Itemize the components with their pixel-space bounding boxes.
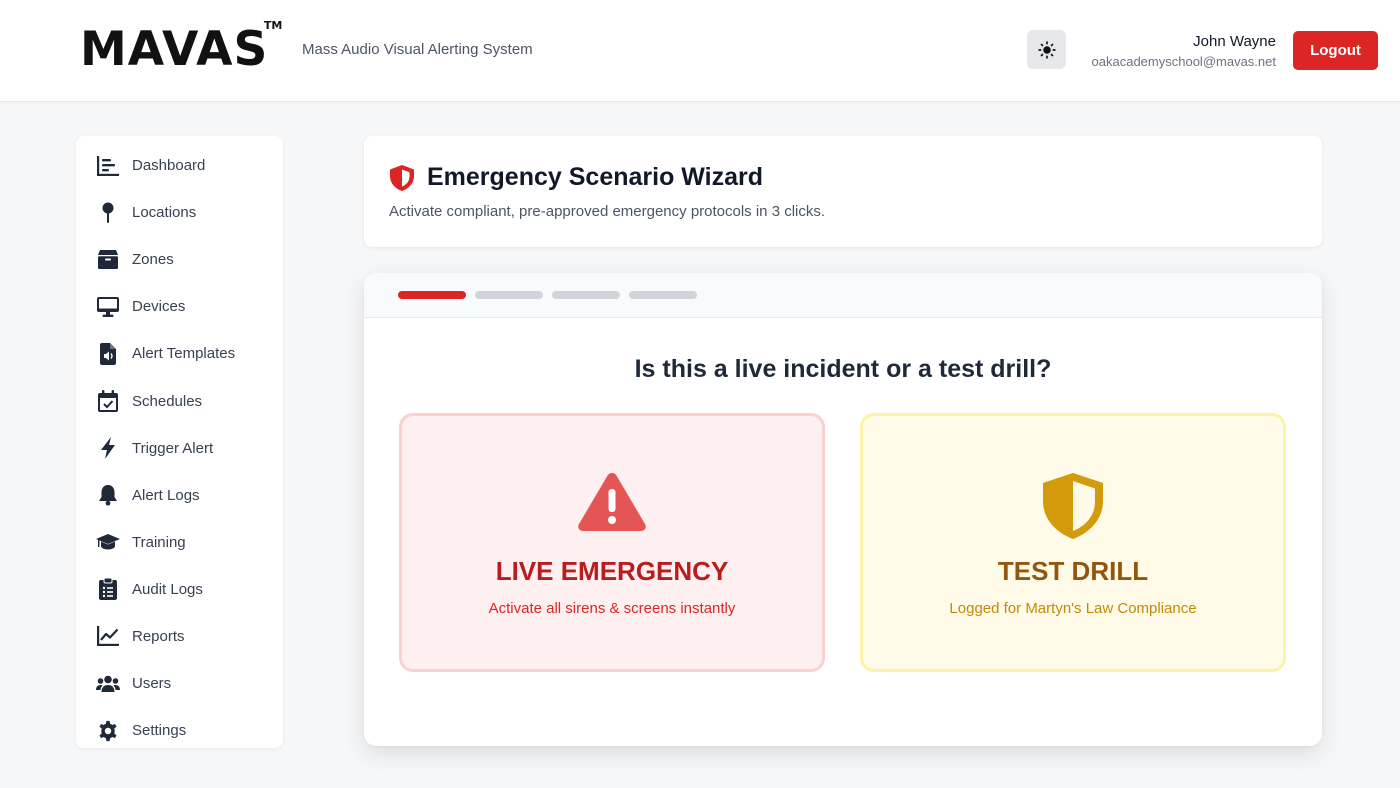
logo-text: MAVAS — [80, 22, 269, 77]
sidebar-item-audit-logs[interactable]: Audit Logs — [76, 566, 283, 613]
wizard-progress — [364, 273, 1322, 318]
test-drill-title: TEST DRILL — [997, 556, 1149, 586]
sidebar-item-label: Training — [132, 533, 186, 551]
monitor-icon — [96, 295, 120, 319]
sidebar-item-training[interactable]: Training — [76, 519, 283, 566]
logout-button[interactable]: Logout — [1293, 31, 1378, 70]
progress-step-3 — [552, 291, 620, 299]
sidebar-item-label: Alert Logs — [132, 486, 200, 504]
sidebar-item-zones[interactable]: Zones — [76, 236, 283, 283]
wizard-card: Is this a live incident or a test drill?… — [364, 273, 1322, 746]
sidebar-item-label: Zones — [132, 251, 174, 269]
box-icon — [96, 248, 120, 272]
sidebar-item-alert-logs[interactable]: Alert Logs — [76, 472, 283, 519]
sidebar-nav: Dashboard Locations Zones Devices Alert … — [76, 136, 283, 748]
live-emergency-option[interactable]: LIVE EMERGENCY Activate all sirens & scr… — [399, 413, 825, 672]
theme-toggle-button[interactable] — [1027, 30, 1066, 69]
sidebar-item-trigger-alert[interactable]: Trigger Alert — [76, 425, 283, 472]
half-shield-icon — [863, 471, 1283, 541]
user-name: John Wayne — [1193, 33, 1276, 50]
sun-icon — [1037, 40, 1056, 59]
wizard-title-card: Emergency Scenario Wizard Activate compl… — [364, 136, 1322, 247]
test-drill-option[interactable]: TEST DRILL Logged for Martyn's Law Compl… — [860, 413, 1286, 672]
bolt-icon — [96, 436, 120, 460]
sidebar-item-reports[interactable]: Reports — [76, 613, 283, 660]
sidebar-item-label: Trigger Alert — [132, 439, 214, 457]
bell-icon — [96, 483, 120, 507]
sidebar-item-label: Reports — [132, 627, 185, 645]
dashboard-icon — [96, 154, 120, 178]
sidebar-item-devices[interactable]: Devices — [76, 283, 283, 330]
map-pin-icon — [96, 201, 120, 225]
logo-trademark: TM — [263, 19, 283, 32]
sidebar-item-label: Users — [132, 675, 172, 693]
sidebar-item-label: Alert Templates — [132, 345, 236, 363]
audio-file-icon — [96, 342, 120, 366]
top-header: MAVAS TM Mass Audio Visual Alerting Syst… — [0, 0, 1400, 102]
shield-icon — [389, 164, 415, 197]
sidebar-item-locations[interactable]: Locations — [76, 189, 283, 236]
sidebar-item-label: Locations — [132, 204, 197, 222]
users-icon — [96, 672, 120, 696]
user-email: oakacademyschool@mavas.net — [1091, 54, 1276, 69]
sidebar-item-label: Dashboard — [132, 157, 206, 175]
test-drill-description: Logged for Martyn's Law Compliance — [949, 600, 1197, 617]
sidebar-item-label: Audit Logs — [132, 580, 203, 598]
progress-step-2 — [475, 291, 543, 299]
progress-step-1 — [398, 291, 466, 299]
warning-triangle-icon — [402, 471, 822, 533]
graduation-cap-icon — [96, 530, 120, 554]
sidebar-item-users[interactable]: Users — [76, 660, 283, 707]
sidebar-item-schedules[interactable]: Schedules — [76, 377, 283, 424]
live-emergency-title: LIVE EMERGENCY — [495, 556, 729, 586]
live-emergency-description: Activate all sirens & screens instantly — [488, 600, 736, 617]
calendar-check-icon — [96, 389, 120, 413]
sidebar-item-label: Schedules — [132, 392, 203, 410]
sidebar-item-settings[interactable]: Settings — [76, 707, 283, 754]
wizard-question: Is this a live incident or a test drill? — [634, 355, 1052, 383]
sidebar-item-label: Settings — [132, 722, 187, 740]
progress-step-4 — [629, 291, 697, 299]
sidebar-item-alert-templates[interactable]: Alert Templates — [76, 330, 283, 377]
gear-icon — [96, 719, 120, 743]
page-title: Emergency Scenario Wizard — [427, 163, 764, 191]
line-chart-icon — [96, 624, 120, 648]
mavas-logo[interactable]: MAVAS TM — [80, 20, 282, 77]
page-subtitle: Activate compliant, pre-approved emergen… — [389, 203, 826, 220]
sidebar-item-label: Devices — [132, 298, 186, 316]
sidebar-item-dashboard[interactable]: Dashboard — [76, 142, 283, 189]
app-tagline: Mass Audio Visual Alerting System — [302, 41, 533, 58]
clipboard-list-icon — [96, 577, 120, 601]
